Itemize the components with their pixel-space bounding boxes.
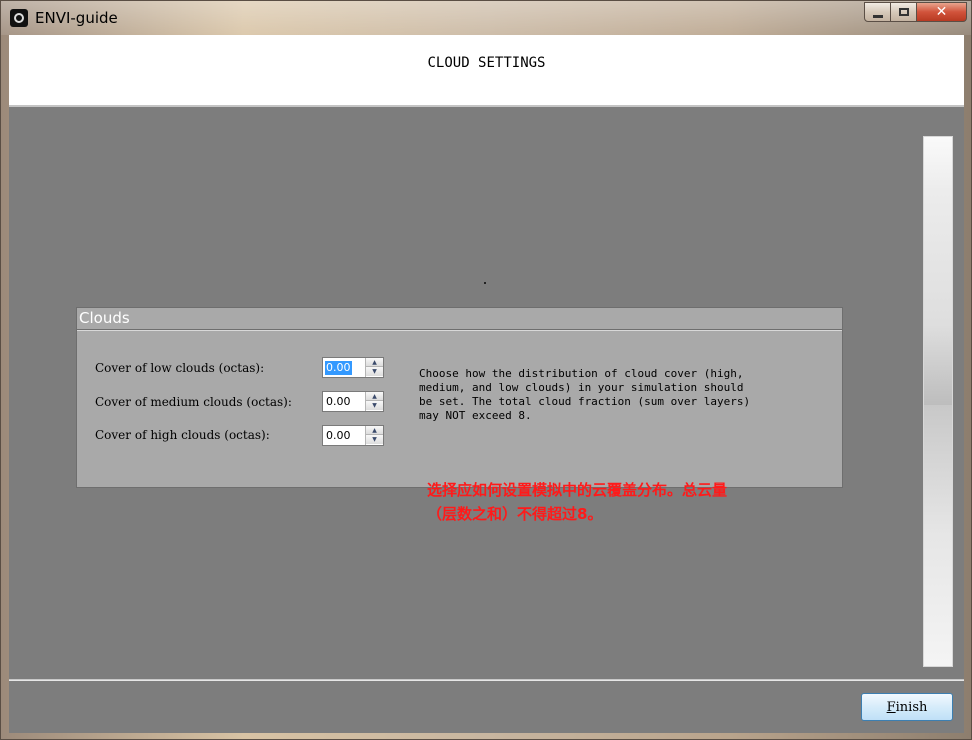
- spinner-buttons: ▲ ▼: [365, 358, 383, 377]
- spin-up-icon[interactable]: ▲: [366, 426, 383, 435]
- close-icon: ✕: [935, 4, 948, 20]
- minimize-button[interactable]: [864, 2, 891, 22]
- spin-down-icon[interactable]: ▼: [366, 401, 383, 410]
- group-divider-highlight: [77, 330, 842, 331]
- clouds-group: Clouds Cover of low clouds (octas): 0.00…: [76, 307, 843, 488]
- close-button[interactable]: ✕: [917, 2, 967, 22]
- medium-clouds-spinner[interactable]: 0.00 ▲ ▼: [322, 391, 384, 412]
- app-window: ENVI-guide ✕ CLOUD SETTINGS Clouds Cover…: [0, 0, 972, 740]
- low-clouds-value[interactable]: 0.00: [325, 361, 352, 375]
- finish-mnemonic: F: [886, 699, 896, 715]
- window-title: ENVI-guide: [35, 9, 118, 27]
- stray-dot: [484, 282, 486, 284]
- main-content: CLOUD SETTINGS Clouds Cover of low cloud…: [9, 35, 964, 733]
- minimize-icon: [872, 14, 883, 18]
- cloud-description: Choose how the distribution of cloud cov…: [419, 367, 751, 422]
- footer-divider-highlight: [9, 680, 964, 681]
- title-bar[interactable]: ENVI-guide ✕: [1, 1, 971, 35]
- low-clouds-label: Cover of low clouds (octas):: [95, 361, 265, 375]
- spinner-buttons: ▲ ▼: [365, 392, 383, 411]
- vertical-scrollbar[interactable]: [923, 136, 953, 667]
- spin-down-icon[interactable]: ▼: [366, 435, 383, 444]
- window-controls: ✕: [864, 2, 967, 24]
- finish-button[interactable]: Finish: [861, 693, 953, 721]
- maximize-button[interactable]: [891, 2, 917, 22]
- high-clouds-spinner[interactable]: 0.00 ▲ ▼: [322, 425, 384, 446]
- high-clouds-label: Cover of high clouds (octas):: [95, 428, 270, 442]
- scrollbar-track[interactable]: [924, 405, 952, 666]
- spin-down-icon[interactable]: ▼: [366, 367, 383, 376]
- page-title: CLOUD SETTINGS: [427, 55, 546, 71]
- scrollbar-thumb[interactable]: [924, 137, 952, 405]
- spinner-buttons: ▲ ▼: [365, 426, 383, 445]
- finish-label: inish: [895, 699, 928, 715]
- group-title: Clouds: [79, 309, 130, 327]
- medium-clouds-label: Cover of medium clouds (octas):: [95, 395, 292, 409]
- low-clouds-spinner[interactable]: 0.00 ▲ ▼: [322, 357, 384, 378]
- envi-app-icon[interactable]: [10, 9, 28, 27]
- header-panel: CLOUD SETTINGS: [9, 35, 964, 107]
- medium-clouds-value[interactable]: 0.00: [325, 395, 352, 409]
- high-clouds-value[interactable]: 0.00: [325, 429, 352, 443]
- maximize-icon: [898, 8, 909, 16]
- chinese-annotation: 选择应如何设置模拟中的云覆盖分布。总云量 （层数之和）不得超过8。: [427, 481, 728, 523]
- spin-up-icon[interactable]: ▲: [366, 358, 383, 367]
- spin-up-icon[interactable]: ▲: [366, 392, 383, 401]
